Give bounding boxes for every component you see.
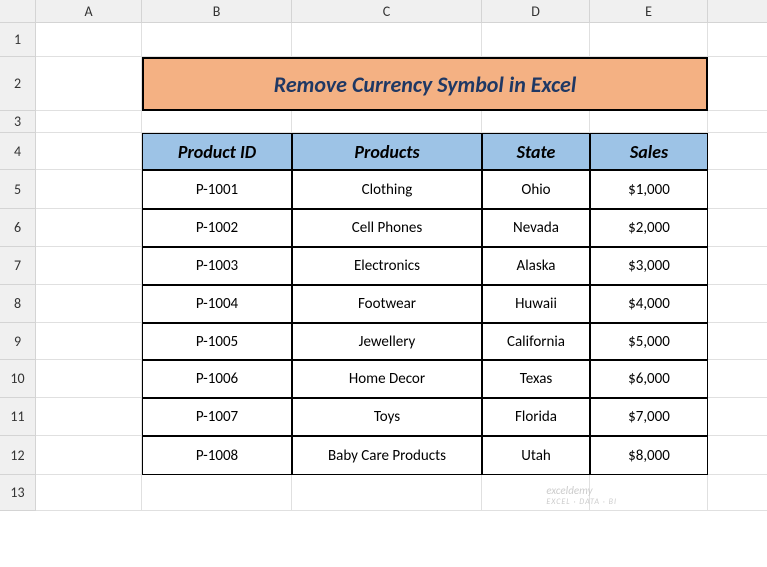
cell[interactable] — [590, 475, 708, 511]
cell-sales[interactable]: $6,000 — [590, 360, 708, 398]
cell-products[interactable]: Cell Phones — [292, 209, 482, 247]
cell-state[interactable]: Nevada — [482, 209, 590, 247]
cell-product_id[interactable]: P-1006 — [142, 360, 292, 398]
cell[interactable] — [36, 475, 142, 511]
cell-sales[interactable]: $8,000 — [590, 436, 708, 475]
cell[interactable] — [36, 247, 142, 285]
cell[interactable] — [482, 23, 590, 57]
cell[interactable] — [708, 475, 767, 511]
header-product-id[interactable]: Product ID — [142, 133, 292, 170]
cell-product_id[interactable]: P-1002 — [142, 209, 292, 247]
cell-products[interactable]: Footwear — [292, 285, 482, 323]
cell-state[interactable]: Utah — [482, 436, 590, 475]
column-header-a[interactable]: A — [36, 0, 142, 23]
cell-sales[interactable]: $4,000 — [590, 285, 708, 323]
cell-products[interactable]: Electronics — [292, 247, 482, 285]
cell[interactable] — [36, 285, 142, 323]
cell[interactable] — [708, 170, 767, 209]
row-header-4[interactable]: 4 — [0, 133, 36, 170]
header-products[interactable]: Products — [292, 133, 482, 170]
row-header-6[interactable]: 6 — [0, 209, 36, 247]
cell[interactable] — [36, 57, 142, 111]
row-header-5[interactable]: 5 — [0, 170, 36, 209]
cell-state[interactable]: California — [482, 323, 590, 360]
cell-products[interactable]: Jewellery — [292, 323, 482, 360]
cell[interactable] — [292, 475, 482, 511]
column-header-c[interactable]: C — [292, 0, 482, 23]
cell[interactable] — [708, 285, 767, 323]
cell[interactable] — [708, 57, 767, 111]
cell-sales[interactable]: $5,000 — [590, 323, 708, 360]
cell[interactable] — [708, 23, 767, 57]
cell-sales[interactable]: $2,000 — [590, 209, 708, 247]
column-header-d[interactable]: D — [482, 0, 590, 23]
cell-product_id[interactable]: P-1005 — [142, 323, 292, 360]
cell[interactable] — [142, 23, 292, 57]
row-header-10[interactable]: 10 — [0, 360, 36, 398]
title-cell[interactable]: Remove Currency Symbol in Excel — [142, 57, 708, 111]
cell[interactable] — [36, 360, 142, 398]
cell-products[interactable]: Toys — [292, 398, 482, 436]
cell-product_id[interactable]: P-1001 — [142, 170, 292, 209]
row-header-1[interactable]: 1 — [0, 23, 36, 57]
cell-products[interactable]: Home Decor — [292, 360, 482, 398]
cell-product_id[interactable]: P-1008 — [142, 436, 292, 475]
cell[interactable] — [36, 398, 142, 436]
row-header-2[interactable]: 2 — [0, 57, 36, 111]
row-header-12[interactable]: 12 — [0, 436, 36, 475]
cell-product_id[interactable]: P-1004 — [142, 285, 292, 323]
cell-product_id[interactable]: P-1007 — [142, 398, 292, 436]
cell-product_id[interactable]: P-1003 — [142, 247, 292, 285]
column-header-blank — [708, 0, 767, 23]
cell[interactable] — [36, 111, 142, 133]
cell[interactable] — [590, 111, 708, 133]
cell[interactable] — [36, 170, 142, 209]
cell[interactable] — [708, 398, 767, 436]
cell-state[interactable]: Huwaii — [482, 285, 590, 323]
cell-products[interactable]: Baby Care Products — [292, 436, 482, 475]
cell[interactable] — [708, 247, 767, 285]
cell-state[interactable]: Florida — [482, 398, 590, 436]
cell[interactable] — [142, 111, 292, 133]
cell-products[interactable]: Clothing — [292, 170, 482, 209]
cell-sales[interactable]: $3,000 — [590, 247, 708, 285]
cell[interactable] — [482, 111, 590, 133]
select-all-corner[interactable] — [0, 0, 36, 23]
cell[interactable] — [36, 436, 142, 475]
cell[interactable] — [142, 475, 292, 511]
row-header-3[interactable]: 3 — [0, 111, 36, 133]
cell[interactable] — [708, 111, 767, 133]
cell[interactable] — [292, 111, 482, 133]
header-sales[interactable]: Sales — [590, 133, 708, 170]
cell-sales[interactable]: $1,000 — [590, 170, 708, 209]
header-state[interactable]: State — [482, 133, 590, 170]
cell[interactable] — [708, 436, 767, 475]
cell[interactable] — [708, 133, 767, 170]
cell-state[interactable]: Texas — [482, 360, 590, 398]
row-header-8[interactable]: 8 — [0, 285, 36, 323]
cell[interactable] — [708, 323, 767, 360]
cell-sales[interactable]: $7,000 — [590, 398, 708, 436]
cell-state[interactable]: Ohio — [482, 170, 590, 209]
cell[interactable] — [36, 23, 142, 57]
cell[interactable] — [708, 360, 767, 398]
row-header-11[interactable]: 11 — [0, 398, 36, 436]
cell-state[interactable]: Alaska — [482, 247, 590, 285]
cell[interactable] — [36, 323, 142, 360]
cell[interactable] — [482, 475, 590, 511]
cell[interactable] — [36, 209, 142, 247]
cell[interactable] — [292, 23, 482, 57]
column-header-e[interactable]: E — [590, 0, 708, 23]
row-header-13[interactable]: 13 — [0, 475, 36, 511]
cell[interactable] — [708, 209, 767, 247]
column-header-b[interactable]: B — [142, 0, 292, 23]
row-header-7[interactable]: 7 — [0, 247, 36, 285]
row-header-9[interactable]: 9 — [0, 323, 36, 360]
cell[interactable] — [590, 23, 708, 57]
cell[interactable] — [36, 133, 142, 170]
